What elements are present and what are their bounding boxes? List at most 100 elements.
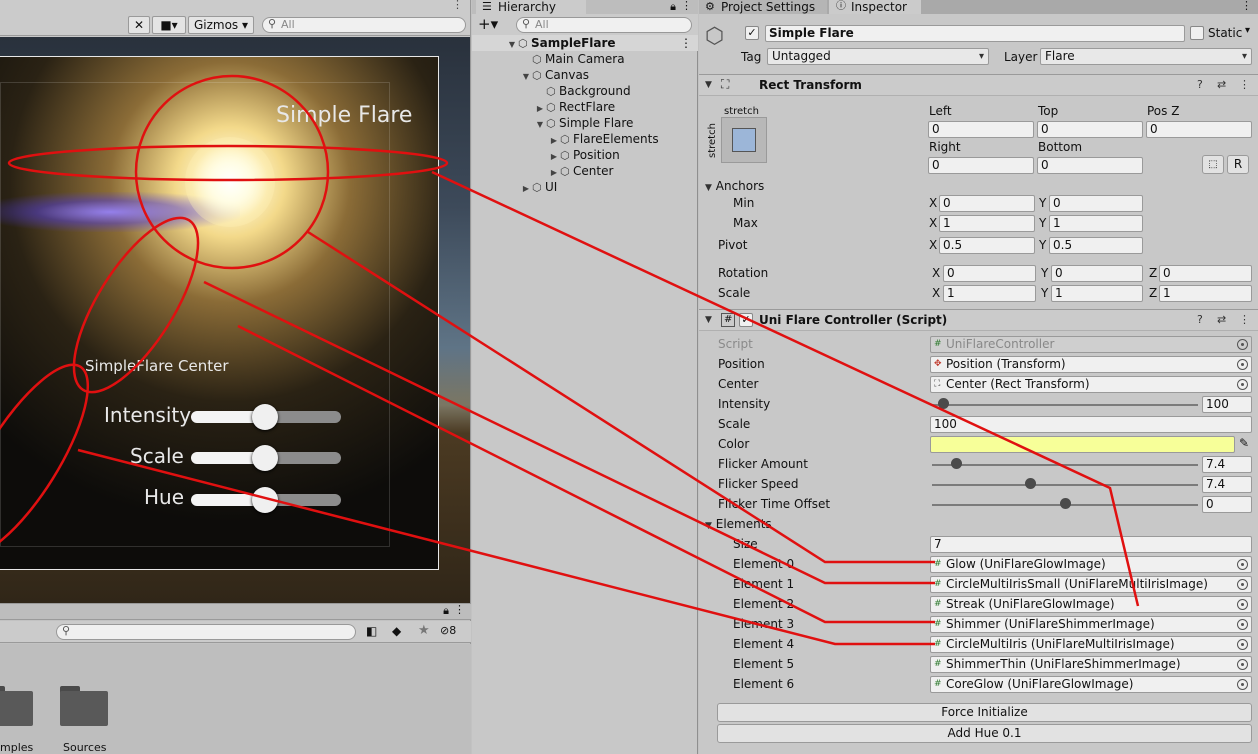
flicker-speed-slider-track[interactable] [932, 484, 1198, 486]
tab-hierarchy[interactable]: ☰ Hierarchy [476, 0, 586, 14]
controller-header[interactable]: ▼ # ✓ Uni Flare Controller (Script) ? ⇄ … [699, 309, 1258, 331]
gizmos-button[interactable]: Gizmos ▾ [188, 16, 254, 34]
chevron-down-icon[interactable]: ▾ [1245, 25, 1250, 36]
help-icon[interactable]: ? [1197, 313, 1203, 326]
hierarchy-item[interactable]: ▼ ⬡ Simple Flare [534, 115, 634, 133]
add-hue-button[interactable]: Add Hue 0.1 [717, 724, 1252, 743]
eyedropper-icon[interactable]: ✎ [1239, 436, 1249, 450]
object-picker-icon[interactable] [1237, 359, 1248, 370]
more-menu-icon[interactable]: ⋮ [681, 0, 692, 12]
folder-icon[interactable] [0, 686, 33, 726]
expand-arrow-icon[interactable]: ▼ [534, 117, 546, 133]
hierarchy-item[interactable]: ▼ ⬡ Canvas [520, 67, 589, 83]
pivot-x-field[interactable]: 0.5 [939, 237, 1035, 254]
element-object-field[interactable]: # ShimmerThin (UniFlareShimmerImage) [930, 656, 1252, 673]
filter-by-label-icon[interactable]: ◆ [392, 624, 401, 638]
size-field[interactable]: 7 [930, 536, 1252, 553]
flicker-amount-slider-track[interactable] [932, 464, 1198, 466]
scale-slider-knob[interactable] [252, 445, 278, 471]
intensity-field[interactable]: 100 [1202, 396, 1252, 413]
flicker-speed-slider-knob[interactable] [1025, 478, 1037, 489]
hue-slider-knob[interactable] [252, 487, 278, 513]
flicker-offset-field[interactable]: 0 [1202, 496, 1252, 513]
object-picker-icon[interactable] [1237, 579, 1248, 590]
raw-edit-button[interactable]: R [1227, 155, 1249, 174]
more-menu-icon[interactable]: ⋮ [454, 603, 465, 616]
preset-icon[interactable]: ⇄ [1217, 313, 1226, 326]
object-picker-icon[interactable] [1237, 619, 1248, 630]
scale-field[interactable]: 100 [930, 416, 1252, 433]
element-object-field[interactable]: # Streak (UniFlareGlowImage) [930, 596, 1252, 613]
hierarchy-item[interactable]: ▶ ⬡ UI [520, 179, 557, 195]
hierarchy-item[interactable]: ▶ ⬡ FlareElements [548, 131, 659, 147]
tab-inspector[interactable]: ⓘ Inspector [829, 0, 921, 14]
anchor-min-x-field[interactable]: 0 [939, 195, 1035, 212]
scale-y-field[interactable]: 1 [1051, 285, 1143, 302]
layer-dropdown[interactable]: Flare [1040, 48, 1252, 65]
project-search-input[interactable]: ⚲ [56, 624, 356, 640]
preset-icon[interactable]: ⇄ [1217, 78, 1226, 91]
help-icon[interactable]: ? [1197, 78, 1203, 91]
flicker-amount-field[interactable]: 7.4 [1202, 456, 1252, 473]
color-swatch[interactable] [930, 436, 1235, 453]
blueprint-mode-icon[interactable]: ⬚ [1202, 155, 1224, 174]
top-field[interactable]: 0 [1037, 121, 1143, 138]
folder-icon[interactable] [60, 686, 108, 726]
scene-search-input[interactable]: ⚲ All [262, 17, 466, 33]
position-field[interactable]: ✥ Position (Transform) [930, 356, 1252, 373]
more-menu-icon[interactable]: ⋮ [680, 35, 692, 51]
element-object-field[interactable]: # CoreGlow (UniFlareGlowImage) [930, 676, 1252, 693]
favorites-star-icon[interactable]: ★ [418, 623, 430, 638]
fold-arrow-icon[interactable]: ▼ [705, 315, 712, 325]
object-picker-icon[interactable] [1237, 659, 1248, 670]
intensity-slider-knob[interactable] [252, 404, 278, 430]
add-icon[interactable]: +▾ [478, 15, 498, 33]
bottom-field[interactable]: 0 [1037, 157, 1143, 174]
hierarchy-item[interactable]: ▶ ⬡ Center [548, 163, 613, 179]
hierarchy-item[interactable]: ⬡ Main Camera [520, 51, 625, 67]
lock-icon[interactable]: 🔒︎ [443, 604, 449, 618]
tab-project-settings[interactable]: ⚙ Project Settings [699, 0, 827, 14]
hierarchy-item[interactable]: ▶ ⬡ RectFlare [534, 99, 615, 115]
left-field[interactable]: 0 [928, 121, 1034, 138]
static-checkbox[interactable] [1190, 26, 1204, 40]
element-object-field[interactable]: # CircleMultiIrisSmall (UniFlareMultiIris… [930, 576, 1252, 593]
hierarchy-item[interactable]: ⬡ Background [534, 83, 631, 99]
intensity-slider-track[interactable] [932, 404, 1198, 406]
scale-x-field[interactable]: 1 [943, 285, 1036, 302]
rect-transform-header[interactable]: ▼ ⛶ Rect Transform ? ⇄ ⋮ [699, 74, 1258, 96]
rotation-y-field[interactable]: 0 [1051, 265, 1143, 282]
object-picker-icon[interactable] [1237, 599, 1248, 610]
pivot-y-field[interactable]: 0.5 [1049, 237, 1143, 254]
fold-arrow-icon[interactable]: ▼ [705, 183, 712, 193]
force-initialize-button[interactable]: Force Initialize [717, 703, 1252, 722]
component-enabled-checkbox[interactable]: ✓ [739, 313, 753, 327]
element-object-field[interactable]: # CircleMultiIris (UniFlareMultiIrisImage… [930, 636, 1252, 653]
object-name-field[interactable]: Simple Flare [765, 25, 1185, 42]
tools-icon[interactable]: ✕ [128, 16, 150, 34]
expand-arrow-icon[interactable]: ▼ [520, 69, 532, 85]
hierarchy-search-input[interactable]: ⚲ All [516, 17, 692, 33]
anchor-max-x-field[interactable]: 1 [939, 215, 1035, 232]
fold-arrow-icon[interactable]: ▼ [705, 80, 712, 90]
posz-field[interactable]: 0 [1146, 121, 1252, 138]
rotation-x-field[interactable]: 0 [943, 265, 1036, 282]
expand-arrow-icon[interactable]: ▼ [506, 37, 518, 53]
object-picker-icon[interactable] [1237, 639, 1248, 650]
flicker-speed-field[interactable]: 7.4 [1202, 476, 1252, 493]
fold-arrow-icon[interactable]: ▼ [705, 521, 712, 531]
scale-z-field[interactable]: 1 [1159, 285, 1252, 302]
hierarchy-item[interactable]: ▼ ⬡ SampleFlare ⋮ [472, 35, 698, 51]
object-picker-icon[interactable] [1237, 559, 1248, 570]
object-picker-icon[interactable] [1237, 679, 1248, 690]
hidden-visibility-icon[interactable]: ⊘8 [440, 624, 456, 637]
scene-viewport[interactable]: Simple Flare SimpleFlare Center Intensit… [0, 37, 470, 603]
more-menu-icon[interactable]: ⋮ [452, 0, 463, 11]
right-field[interactable]: 0 [928, 157, 1034, 174]
anchor-preset-button[interactable] [721, 117, 767, 163]
anchor-max-y-field[interactable]: 1 [1049, 215, 1143, 232]
center-field[interactable]: ⛶ Center (Rect Transform) [930, 376, 1252, 393]
camera-icon[interactable]: ■▾ [152, 16, 186, 34]
flicker-amount-slider-knob[interactable] [950, 458, 962, 469]
flicker-offset-slider-knob[interactable] [1060, 498, 1071, 509]
